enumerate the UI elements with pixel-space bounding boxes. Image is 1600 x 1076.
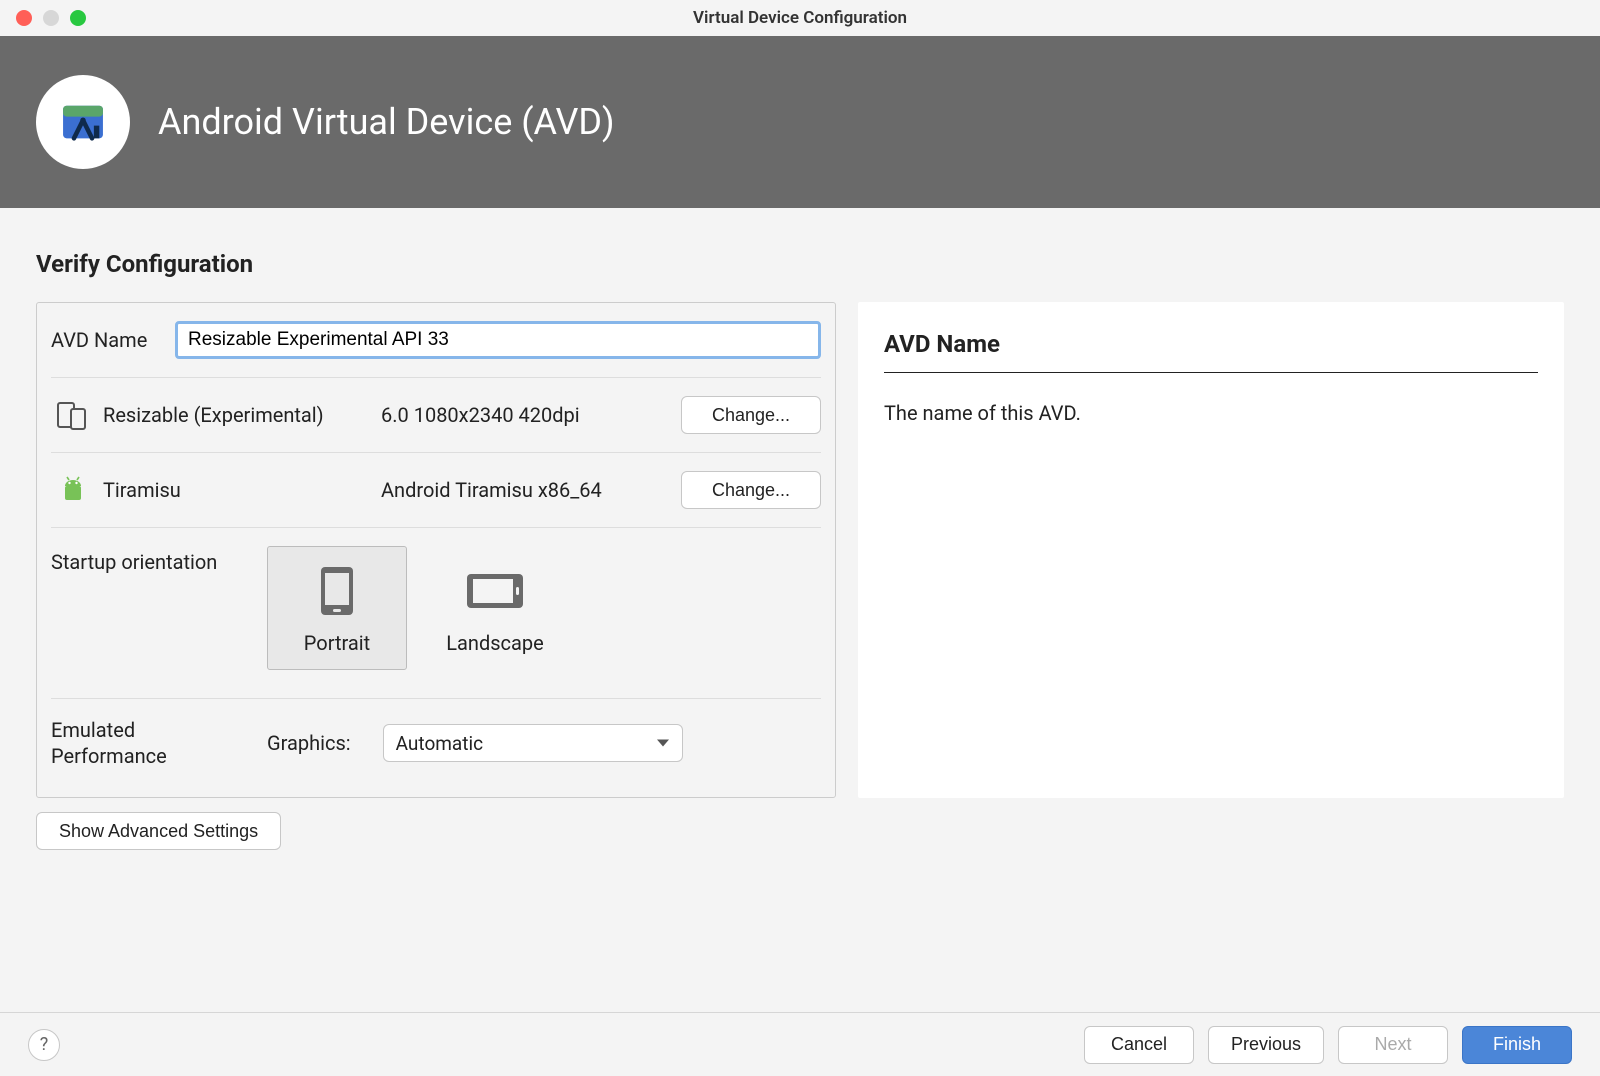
- orientation-portrait[interactable]: Portrait: [267, 546, 407, 670]
- performance-row: Emulated Performance Graphics: Automatic: [37, 699, 835, 797]
- system-image-specs: Android Tiramisu x86_64: [381, 478, 673, 502]
- config-panel: AVD Name Resizable (Experimental) 6.0 10…: [36, 302, 836, 798]
- performance-label: Emulated Performance: [51, 717, 247, 769]
- finish-button[interactable]: Finish: [1462, 1026, 1572, 1064]
- show-advanced-settings-button[interactable]: Show Advanced Settings: [36, 812, 281, 850]
- avd-name-row: AVD Name: [37, 303, 835, 377]
- next-button: Next: [1338, 1026, 1448, 1064]
- orientation-label: Startup orientation: [51, 546, 247, 574]
- header: Android Virtual Device (AVD): [0, 36, 1600, 208]
- landscape-icon: [426, 563, 564, 619]
- window-title: Virtual Device Configuration: [0, 8, 1600, 28]
- page-title: Android Virtual Device (AVD): [158, 101, 615, 143]
- system-image-row: Tiramisu Android Tiramisu x86_64 Change.…: [37, 453, 835, 527]
- orientation-landscape-label: Landscape: [426, 631, 564, 655]
- minimize-icon[interactable]: [43, 10, 59, 26]
- avd-name-label: AVD Name: [51, 328, 161, 352]
- orientation-row: Startup orientation Portrait: [37, 528, 835, 698]
- system-image-name: Tiramisu: [103, 478, 373, 502]
- graphics-value: Automatic: [396, 732, 483, 755]
- device-specs: 6.0 1080x2340 420dpi: [381, 403, 673, 427]
- graphics-dropdown[interactable]: Automatic: [383, 724, 683, 762]
- portrait-icon: [268, 563, 406, 619]
- body: Verify Configuration AVD Name Resizable …: [0, 208, 1600, 850]
- android-studio-icon: [36, 75, 130, 169]
- help-title: AVD Name: [884, 330, 1538, 358]
- devices-icon: [51, 397, 95, 433]
- avd-name-input[interactable]: [175, 321, 821, 359]
- previous-button[interactable]: Previous: [1208, 1026, 1324, 1064]
- window-controls: [16, 10, 86, 26]
- footer: ? Cancel Previous Next Finish: [0, 1012, 1600, 1076]
- help-divider: [884, 372, 1538, 373]
- change-device-button[interactable]: Change...: [681, 396, 821, 434]
- titlebar: Virtual Device Configuration: [0, 0, 1600, 36]
- cancel-button[interactable]: Cancel: [1084, 1026, 1194, 1064]
- help-icon: ?: [40, 1034, 49, 1055]
- section-title: Verify Configuration: [36, 250, 1564, 278]
- maximize-icon[interactable]: [70, 10, 86, 26]
- orientation-portrait-label: Portrait: [268, 631, 406, 655]
- change-system-image-button[interactable]: Change...: [681, 471, 821, 509]
- help-button[interactable]: ?: [28, 1029, 60, 1061]
- graphics-label: Graphics:: [267, 731, 351, 755]
- help-panel: AVD Name The name of this AVD.: [858, 302, 1564, 798]
- android-icon: [51, 474, 95, 506]
- device-name: Resizable (Experimental): [103, 403, 373, 427]
- device-row: Resizable (Experimental) 6.0 1080x2340 4…: [37, 378, 835, 452]
- orientation-landscape[interactable]: Landscape: [425, 546, 565, 670]
- help-description: The name of this AVD.: [884, 401, 1538, 425]
- close-icon[interactable]: [16, 10, 32, 26]
